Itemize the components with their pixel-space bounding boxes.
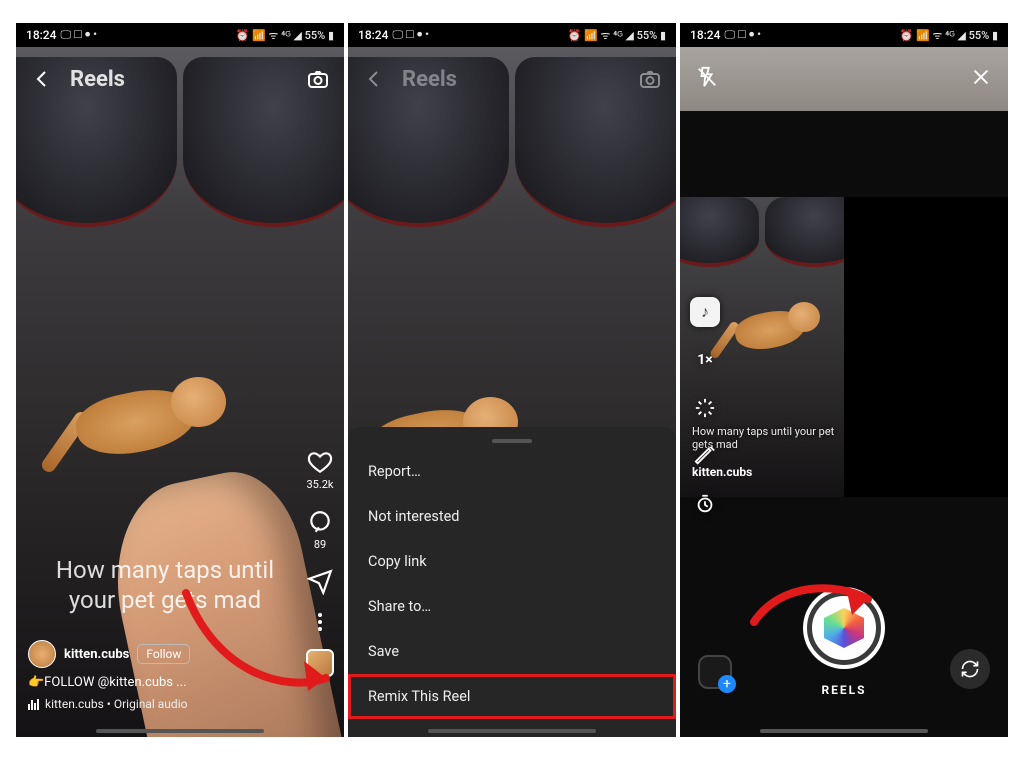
status-time: 18:24 <box>358 28 388 42</box>
reel-caption-overlay: How many taps until your pet gets mad <box>46 555 284 615</box>
speed-tool[interactable]: 1× <box>690 345 720 375</box>
status-bar: 18:24 🖵 🞎 ⏺ • ⏰ 📶 ᯤ ⁴ᴳ ◢ 55% ▮ <box>680 23 1008 47</box>
status-right-icons: ⏰ 📶 ᯤ ⁴ᴳ ◢ 55% ▮ <box>236 28 334 43</box>
follow-button[interactable]: Follow <box>137 644 190 664</box>
remix-top-bar <box>680 47 1008 111</box>
status-bar: 18:24 🖵 🞎 ⏺ • ⏰ 📶 ᯤ ⁴ᴳ ◢ 55% ▮ <box>16 23 344 47</box>
flash-off-icon[interactable] <box>696 66 718 92</box>
remix-preview: How many taps until your pet gets mad ki… <box>680 197 1008 497</box>
sheet-drag-handle[interactable] <box>492 439 532 443</box>
remix-camera-preview <box>844 197 1008 497</box>
menu-copy-link[interactable]: Copy link <box>348 539 676 584</box>
status-time: 18:24 <box>26 28 56 42</box>
status-bar: 18:24 🖵 🞎 ⏺ • ⏰ 📶 ᯤ ⁴ᴳ ◢ 55% ▮ <box>348 23 676 47</box>
header-title: Reels <box>70 67 290 92</box>
android-nav-pill[interactable] <box>428 729 596 733</box>
author-username[interactable]: kitten.cubs <box>64 647 129 662</box>
header-title: Reels <box>402 67 622 92</box>
audio-info[interactable]: kitten.cubs • Original audio <box>28 697 284 711</box>
reels-logo-icon <box>824 608 864 648</box>
screenshot-panel-2: 18:24 🖵 🞎 ⏺ • ⏰ 📶 ᯤ ⁴ᴳ ◢ 55% ▮ Reels <box>348 23 676 737</box>
audio-label: kitten.cubs • Original audio <box>45 697 187 711</box>
audio-wave-icon <box>28 699 39 710</box>
android-nav-pill[interactable] <box>96 729 264 733</box>
android-nav-pill[interactable] <box>760 729 928 733</box>
reel-description[interactable]: 👉FOLLOW @kitten.cubs ... <box>28 675 284 690</box>
status-right-icons: ⏰ 📶 ᯤ ⁴ᴳ ◢ 55% ▮ <box>568 28 666 43</box>
gallery-button[interactable]: + <box>698 655 732 689</box>
reels-header: Reels <box>348 57 676 101</box>
menu-share-to[interactable]: Share to… <box>348 584 676 629</box>
back-icon[interactable] <box>360 65 388 93</box>
menu-not-interested[interactable]: Not interested <box>348 494 676 539</box>
more-options-button[interactable] <box>318 613 322 631</box>
reel-video[interactable]: How many taps until your pet gets mad <box>16 47 344 737</box>
status-right-icons: ⏰ 📶 ᯤ ⁴ᴳ ◢ 55% ▮ <box>900 28 998 43</box>
status-time: 18:24 <box>690 28 720 42</box>
effects-tool-icon[interactable] <box>690 393 720 423</box>
reel-meta: kitten.cubs Follow 👉FOLLOW @kitten.cubs … <box>28 640 284 711</box>
add-from-gallery-icon: + <box>718 675 736 693</box>
reels-header: Reels <box>16 57 344 101</box>
options-bottom-sheet: Report… Not interested Copy link Share t… <box>348 427 676 737</box>
menu-save[interactable]: Save <box>348 629 676 674</box>
like-count: 35.2k <box>306 478 333 491</box>
menu-report[interactable]: Report… <box>348 449 676 494</box>
comment-button[interactable]: 89 <box>307 509 333 551</box>
camera-icon[interactable] <box>636 65 664 93</box>
menu-remix-this-reel[interactable]: Remix This Reel <box>348 674 676 719</box>
screenshot-panel-1: 18:24 🖵 🞎 ⏺ • ⏰ 📶 ᯤ ⁴ᴳ ◢ 55% ▮ How many … <box>16 23 344 737</box>
status-left-icons: 🖵 🞎 ⏺ • <box>724 28 761 42</box>
flip-camera-button[interactable] <box>950 649 990 689</box>
camera-icon[interactable] <box>304 65 332 93</box>
status-left-icons: 🖵 🞎 ⏺ • <box>60 28 97 42</box>
status-left-icons: 🖵 🞎 ⏺ • <box>392 28 429 42</box>
remix-camera-screen: How many taps until your pet gets mad ki… <box>680 47 1008 737</box>
action-rail: 35.2k 89 <box>306 449 334 677</box>
audio-thumbnail[interactable] <box>306 649 334 677</box>
audio-tool-icon[interactable]: ♪ <box>690 297 720 327</box>
like-button[interactable]: 35.2k <box>306 449 333 491</box>
close-icon[interactable] <box>970 66 992 92</box>
remix-edit-tools: ♪ 1× <box>690 297 720 519</box>
back-icon[interactable] <box>28 65 56 93</box>
author-avatar[interactable] <box>28 640 56 668</box>
timer-tool-icon[interactable] <box>690 489 720 519</box>
comment-count: 89 <box>314 538 326 551</box>
screenshot-panel-3: 18:24 🖵 🞎 ⏺ • ⏰ 📶 ᯤ ⁴ᴳ ◢ 55% ▮ <box>680 23 1008 737</box>
share-button[interactable] <box>307 569 333 595</box>
touch-up-tool-icon[interactable] <box>690 441 720 471</box>
